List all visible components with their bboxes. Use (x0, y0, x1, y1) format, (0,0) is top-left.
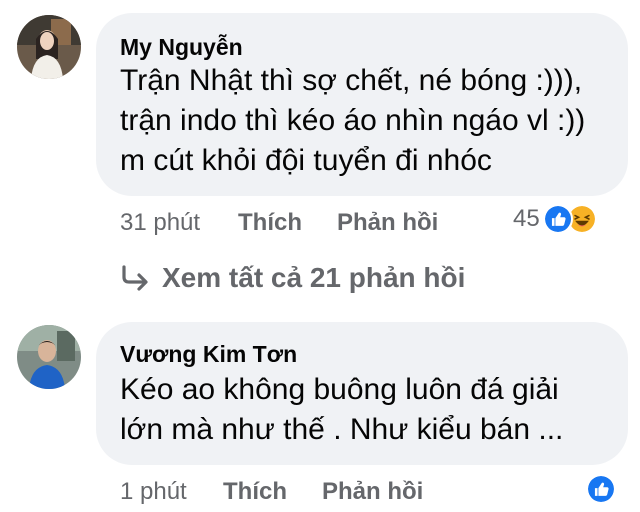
like-button[interactable]: Thích (238, 209, 302, 237)
comment-line: Trận Nhật thì sợ chết, né bóng :))), (120, 64, 583, 97)
like-button[interactable]: Thích (223, 478, 287, 506)
view-replies-label: Xem tất cả 21 phản hồi (162, 262, 466, 293)
comment-line: m cút khỏi đội tuyển đi nhóc (120, 144, 492, 177)
avatar[interactable] (17, 325, 81, 389)
reaction-summary[interactable]: 45 (513, 204, 597, 234)
comment-time[interactable]: 31 phút (120, 209, 200, 237)
comment-author[interactable]: My Nguyễn (120, 34, 243, 61)
avatar[interactable] (17, 15, 81, 79)
reaction-count: 45 (513, 205, 540, 232)
comment-bubble: My Nguyễn Trận Nhật thì sợ chết, né bóng… (96, 13, 628, 196)
comment-line: lớn mà như thế . Như kiểu bán ... (120, 413, 564, 446)
comment-author[interactable]: Vương Kim Tơn (120, 341, 297, 368)
like-icon (586, 474, 616, 504)
reaction-summary[interactable] (586, 474, 616, 504)
view-replies-link[interactable]: Xem tất cả 21 phản hồi (120, 262, 465, 294)
reply-button[interactable]: Phản hồi (322, 478, 423, 506)
comment-bubble: Vương Kim Tơn Kéo ao không buông luôn đá… (96, 322, 628, 465)
comment-time[interactable]: 1 phút (120, 478, 187, 506)
reply-button[interactable]: Phản hồi (337, 209, 438, 237)
comment-text: Kéo ao không buông luôn đá giải lớn mà n… (120, 370, 563, 450)
comment-text: Trận Nhật thì sợ chết, né bóng :))), trậ… (120, 61, 585, 181)
comment-line: Kéo ao không buông luôn đá giải (120, 373, 559, 406)
comment-line: trận indo thì kéo áo nhìn ngáo vl :)) (120, 104, 586, 137)
reply-arrow-icon (122, 265, 148, 291)
like-icon (542, 204, 573, 234)
